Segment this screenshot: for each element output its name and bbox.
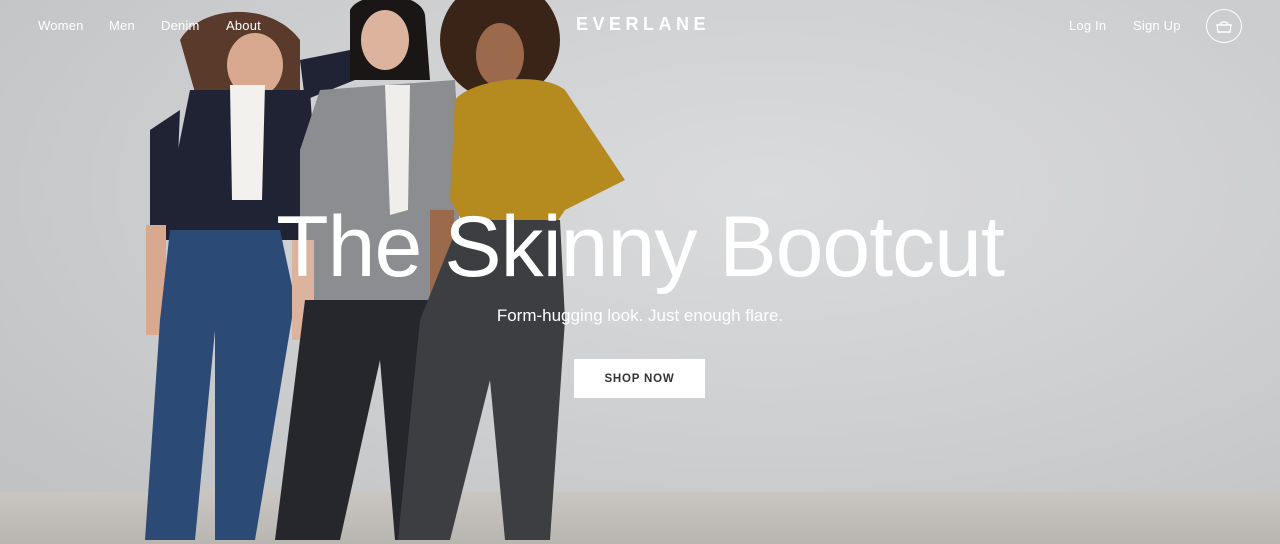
nav-women[interactable]: Women [38, 18, 84, 33]
cart-button[interactable] [1206, 9, 1242, 43]
signup-link[interactable]: Sign Up [1133, 18, 1181, 33]
brand-logo[interactable]: EVERLANE [576, 14, 710, 35]
nav-men[interactable]: Men [109, 18, 135, 33]
login-link[interactable]: Log In [1069, 18, 1106, 33]
nav-denim[interactable]: Denim [161, 18, 200, 33]
hero-headline: The Skinny Bootcut [276, 199, 1005, 295]
hero-banner: Women Men Denim About EVERLANE Log In Si… [0, 0, 1280, 544]
shop-now-button[interactable]: SHOP NOW [574, 359, 705, 398]
nav-about[interactable]: About [226, 18, 261, 33]
hero-subheadline: Form-hugging look. Just enough flare. [496, 306, 784, 325]
bag-icon [1216, 21, 1232, 33]
